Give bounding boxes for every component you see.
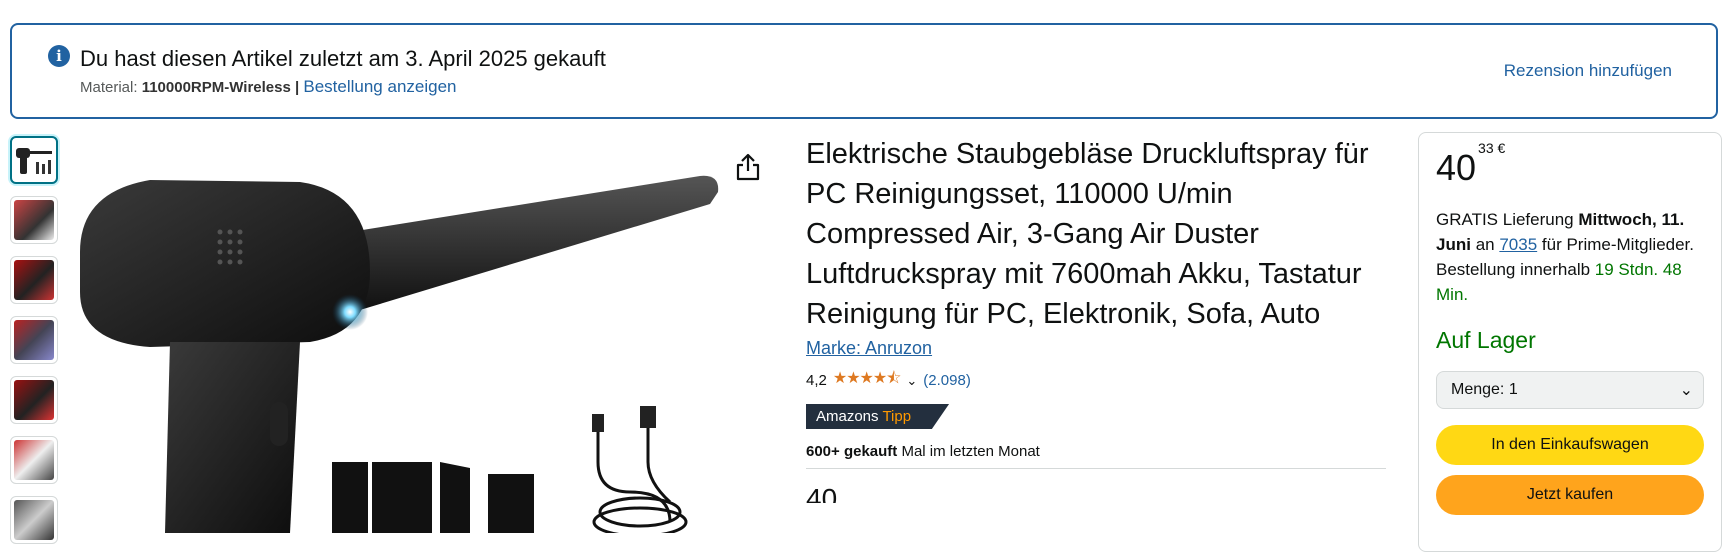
thumbnail-2[interactable] xyxy=(10,196,58,244)
brand-link[interactable]: Marke: Anruzon xyxy=(806,338,1386,359)
rating-row: 4,2 ★★★★⯪ ⌄ (2.098) xyxy=(806,367,1386,394)
delivery-zip-link[interactable]: 7035 xyxy=(1499,235,1537,254)
rating-count-link[interactable]: (2.098) xyxy=(923,372,971,389)
add-to-cart-button[interactable]: In den Einkaufswagen xyxy=(1436,425,1704,465)
quantity-select[interactable]: Menge: 1 ⌄ xyxy=(1436,371,1704,409)
share-icon[interactable] xyxy=(734,152,762,182)
thumbnail-strip xyxy=(10,136,62,556)
purchase-notice-banner: i Du hast diesen Artikel zuletzt am 3. A… xyxy=(10,23,1718,119)
thumbnail-3[interactable] xyxy=(10,256,58,304)
add-review-link[interactable]: Rezension hinzufügen xyxy=(1504,61,1672,81)
view-order-link[interactable]: Bestellung anzeigen xyxy=(303,77,456,96)
delivery-an: an xyxy=(1475,235,1495,254)
sales-count-rest: Mal im letzten Monat xyxy=(901,443,1040,460)
thumbnail-4[interactable] xyxy=(10,316,58,364)
section-divider xyxy=(806,468,1386,469)
chevron-down-icon: ⌄ xyxy=(1679,382,1693,399)
quantity-value: 1 xyxy=(1508,381,1518,398)
main-product-image[interactable] xyxy=(70,132,790,533)
material-line: Material: 110000RPM-Wireless | Bestellun… xyxy=(80,77,457,97)
thumbnail-6[interactable] xyxy=(10,436,58,484)
product-info: Elektrische Staubgebläse Druckluftspray … xyxy=(806,134,1386,503)
info-icon: i xyxy=(48,45,70,67)
buy-box: 40 33 € GRATIS Lieferung Mittwoch, 11. Ju… xyxy=(1418,132,1722,552)
quantity-label: Menge: xyxy=(1451,381,1505,398)
purchase-notice-title: Du hast diesen Artikel zuletzt am 3. Apr… xyxy=(80,46,606,71)
badge-brand: Amazons xyxy=(816,408,879,425)
amazons-choice-badge: Amazons Tipp xyxy=(806,404,950,429)
thumbnail-1-image xyxy=(16,148,52,174)
delivery-prefix: GRATIS Lieferung xyxy=(1436,210,1574,229)
star-rating-icon[interactable]: ★★★★⯪ xyxy=(833,367,902,394)
delivery-info: GRATIS Lieferung Mittwoch, 11. Juni an 7… xyxy=(1436,207,1704,307)
product-title: Elektrische Staubgebläse Druckluftspray … xyxy=(806,138,1369,330)
price-preview: 40 xyxy=(806,483,838,503)
thumbnail-7[interactable] xyxy=(10,496,58,544)
material-label: Material: xyxy=(80,79,138,96)
material-value: 110000RPM-Wireless | xyxy=(141,79,300,96)
price-whole: 40 xyxy=(1436,147,1477,188)
stock-status: Auf Lager xyxy=(1436,327,1536,353)
buybox-price: 40 33 € xyxy=(1436,140,1505,189)
buy-now-button[interactable]: Jetzt kaufen xyxy=(1436,475,1704,515)
thumbnail-5[interactable] xyxy=(10,376,58,424)
badge-tipp: Tipp xyxy=(882,408,912,425)
sales-count: 600+ gekauft Mal im letzten Monat xyxy=(806,443,1386,460)
rating-value: 4,2 xyxy=(806,372,827,389)
air-duster-illustration xyxy=(80,175,719,533)
chevron-down-icon[interactable]: ⌄ xyxy=(906,373,917,389)
sales-count-bold: 600+ gekauft xyxy=(806,443,898,460)
thumbnail-1[interactable] xyxy=(10,136,58,184)
price-fraction: 33 € xyxy=(1478,140,1506,156)
